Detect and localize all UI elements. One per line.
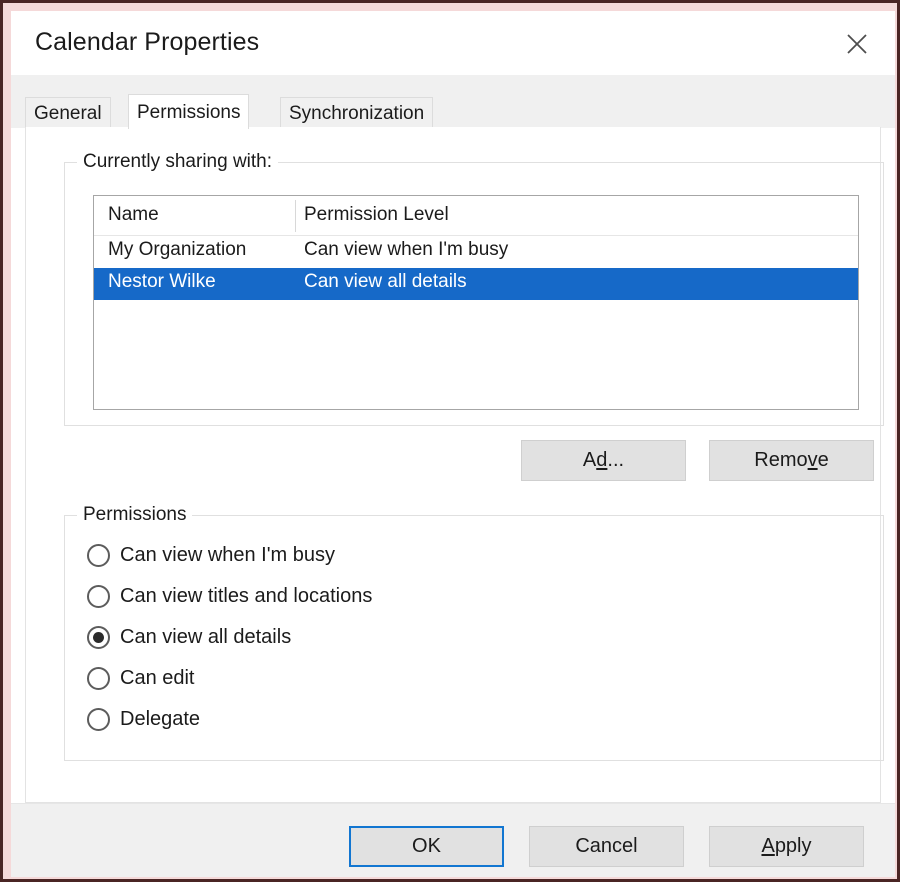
radio-label: Can edit [120, 666, 195, 689]
table-row[interactable]: Nestor Wilke Can view all details [94, 268, 858, 300]
radio-label: Can view titles and locations [120, 584, 373, 607]
permissions-tab-page: Currently sharing with: Name Permission … [25, 127, 884, 803]
add-button[interactable]: Ad... [521, 440, 686, 481]
radio-can-view-when-busy[interactable]: Can view when I'm busy [87, 538, 335, 572]
tab-general[interactable]: General [25, 97, 111, 128]
close-button[interactable] [833, 21, 881, 65]
tab-synchronization[interactable]: Synchronization [280, 97, 434, 128]
ok-button[interactable]: OK [349, 826, 504, 867]
permissions-groupbox: Permissions Can view when I'm busy Can v… [64, 504, 884, 761]
apply-button[interactable]: Apply [709, 826, 864, 867]
cancel-button[interactable]: Cancel [529, 826, 684, 867]
dialog-footer: OK Cancel Apply [11, 803, 895, 877]
calendar-properties-dialog: Calendar Properties General Permissions … [11, 11, 895, 877]
radio-can-view-titles-and-locations[interactable]: Can view titles and locations [87, 579, 372, 613]
apply-accel: A [761, 835, 775, 857]
row-permission-level: Can view when I'm busy [304, 239, 509, 260]
radio-icon-selected [87, 625, 110, 649]
radio-icon [87, 584, 110, 608]
column-header-name: Name [108, 204, 159, 225]
dialog-title: Calendar Properties [35, 28, 260, 56]
radio-icon [87, 666, 110, 690]
radio-can-edit[interactable]: Can edit [87, 661, 195, 695]
column-divider [295, 200, 296, 232]
radio-can-view-all-details[interactable]: Can view all details [87, 620, 291, 654]
list-header-row: Name Permission Level [94, 196, 858, 236]
close-icon [833, 33, 881, 55]
radio-label: Can view all details [120, 625, 292, 648]
dialog-titlebar: Calendar Properties [11, 11, 895, 75]
table-row[interactable]: My Organization Can view when I'm busy [94, 236, 858, 268]
row-name: Nestor Wilke [108, 271, 216, 292]
currently-sharing-legend: Currently sharing with: [77, 151, 279, 173]
radio-icon [87, 707, 110, 731]
radio-label: Can view when I'm busy [120, 543, 336, 566]
radio-label: Delegate [120, 707, 201, 730]
currently-sharing-groupbox: Currently sharing with: Name Permission … [64, 151, 884, 426]
sharing-listbox[interactable]: Name Permission Level My Organization Ca… [93, 195, 859, 410]
radio-icon [87, 543, 110, 567]
apply-rest: pply [774, 835, 812, 857]
add-button-label: Ad... [582, 449, 625, 471]
tab-strip: General Permissions Synchronization [11, 75, 895, 129]
remove-button-label: Remove [754, 449, 829, 471]
column-header-permission-level: Permission Level [304, 204, 449, 225]
row-permission-level: Can view all details [304, 271, 467, 292]
remove-button[interactable]: Remove [709, 440, 874, 481]
tab-permissions[interactable]: Permissions [128, 94, 250, 129]
screenshot-frame: Calendar Properties General Permissions … [0, 0, 900, 882]
row-name: My Organization [108, 239, 247, 260]
permissions-legend: Permissions [77, 504, 193, 526]
radio-delegate[interactable]: Delegate [87, 702, 200, 736]
